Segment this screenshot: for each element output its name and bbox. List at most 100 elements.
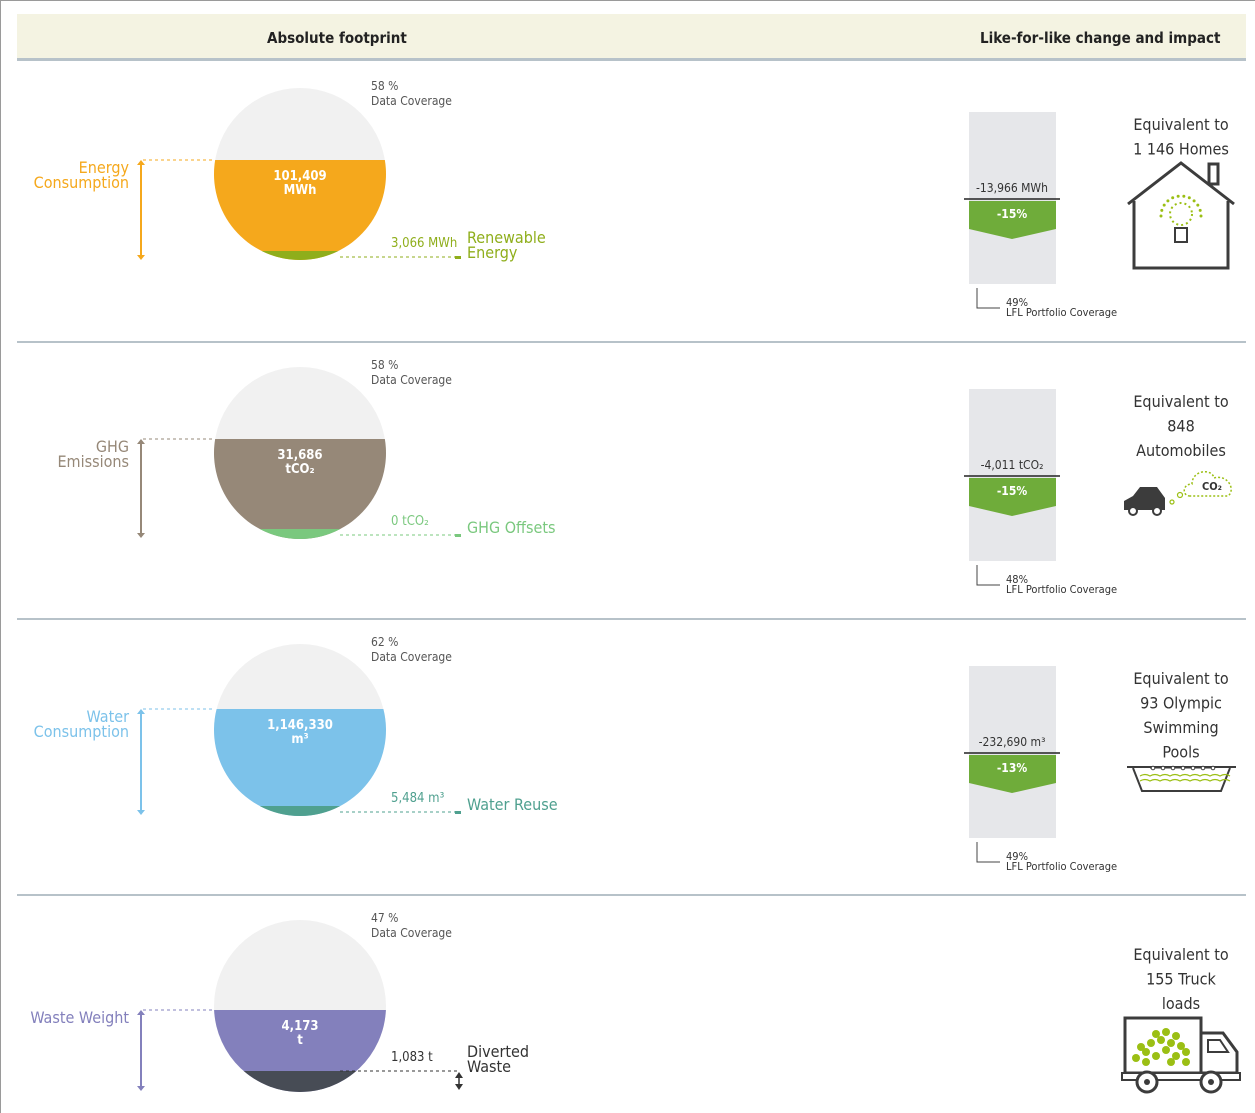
lfl-change-value: -232,690 m³ bbox=[979, 735, 1046, 749]
cargo-ball bbox=[1167, 1039, 1175, 1047]
metric-row-energy: 101,409MWh 58 %Data Coverage Energy Consump… bbox=[34, 79, 1229, 319]
bulb-ray bbox=[1160, 208, 1164, 212]
bulb-ray bbox=[1182, 194, 1186, 198]
cargo-ball bbox=[1182, 1058, 1190, 1066]
cargo-ball bbox=[1177, 1042, 1185, 1050]
arrow-head-down bbox=[137, 1086, 145, 1091]
lane-float bbox=[1180, 765, 1186, 771]
sub-value-label: 3,066 MWh bbox=[391, 236, 457, 251]
sub-value-label: 1,083 t bbox=[391, 1050, 433, 1065]
metric-row-waste: 4,173t 47 %Data Coverage Waste Weight 1,083… bbox=[30, 911, 1229, 1092]
lane-float bbox=[1150, 765, 1156, 771]
lfl-change-pct: -15% bbox=[997, 207, 1028, 221]
total-value-label: tCO₂ bbox=[285, 462, 314, 477]
bulb-ray bbox=[1162, 203, 1166, 207]
pool-basin bbox=[1127, 766, 1236, 792]
arrow-head-up bbox=[137, 709, 145, 714]
total-value-label: 1,146,330 bbox=[267, 718, 333, 733]
sub-metric-label: Water Reuse bbox=[467, 795, 558, 814]
house-walls bbox=[1132, 201, 1230, 270]
exhaust-puff bbox=[1169, 499, 1175, 505]
house-bulb-icon bbox=[1127, 161, 1235, 270]
house-chimney bbox=[1207, 162, 1220, 186]
car-co2-icon: CO₂ bbox=[1124, 471, 1232, 516]
sub-segment bbox=[261, 251, 339, 260]
truck-cargo bbox=[1123, 1016, 1203, 1075]
total-value-label: MWh bbox=[284, 183, 317, 198]
sub-segment bbox=[259, 806, 341, 816]
bulb-ray bbox=[1176, 194, 1180, 198]
truck-icon bbox=[1121, 1016, 1241, 1094]
water-wave bbox=[1139, 778, 1231, 782]
impact-label: 93 Olympic bbox=[1140, 694, 1222, 713]
bulb-base bbox=[1174, 227, 1188, 243]
cargo-ball bbox=[1162, 1046, 1170, 1054]
arrow-head-down bbox=[137, 533, 145, 538]
sub-metric-label: GHG Offsets bbox=[467, 518, 555, 537]
impact-label: Equivalent to bbox=[1133, 945, 1229, 964]
lfl-change-pct: -15% bbox=[997, 484, 1028, 498]
bulb-ray bbox=[1192, 199, 1196, 203]
lane-float bbox=[1210, 765, 1216, 771]
truck-window bbox=[1207, 1039, 1230, 1053]
lfl-background bbox=[969, 389, 1056, 561]
water-wave bbox=[1139, 773, 1231, 777]
cargo-ball bbox=[1162, 1028, 1170, 1036]
lfl-background bbox=[969, 112, 1056, 284]
metric-label: Emissions bbox=[57, 452, 129, 471]
bulb-ray bbox=[1196, 203, 1200, 207]
cargo-ball bbox=[1137, 1043, 1145, 1051]
bulb-ray bbox=[1166, 199, 1170, 203]
impact-label: Automobiles bbox=[1136, 441, 1226, 460]
data-coverage-label: Data Coverage bbox=[371, 650, 452, 664]
total-value-label: 31,686 bbox=[277, 448, 322, 463]
bulb-glass bbox=[1169, 202, 1193, 226]
lfl-coverage-label: LFL Portfolio Coverage bbox=[1006, 860, 1117, 873]
data-coverage-pct: 62 % bbox=[371, 635, 398, 649]
sub-marker bbox=[455, 811, 461, 814]
sub-metric-label: Energy bbox=[467, 243, 518, 262]
sub-segment bbox=[243, 1071, 357, 1092]
impact-label: Pools bbox=[1162, 743, 1199, 762]
impact-label: Equivalent to bbox=[1133, 392, 1229, 411]
lfl-change-value: -13,966 MWh bbox=[976, 181, 1048, 195]
truck-hub bbox=[1144, 1079, 1150, 1085]
cargo-ball bbox=[1167, 1058, 1175, 1066]
impact-label: Equivalent to bbox=[1133, 115, 1229, 134]
bulb-ray bbox=[1159, 214, 1163, 218]
car-wheel bbox=[1152, 506, 1162, 516]
cargo-ball bbox=[1152, 1030, 1160, 1038]
impact-label: Equivalent to bbox=[1133, 669, 1229, 688]
swimming-pool-icon bbox=[1127, 765, 1236, 792]
total-value-label: 4,173 bbox=[282, 1019, 319, 1034]
sub-marker bbox=[455, 534, 461, 537]
lfl-coverage-bracket bbox=[976, 565, 1000, 586]
bulb-ray bbox=[1171, 196, 1175, 200]
car-wheel bbox=[1128, 506, 1138, 516]
lane-float bbox=[1190, 765, 1196, 771]
lfl-coverage-label: LFL Portfolio Coverage bbox=[1006, 306, 1117, 319]
co2-label: CO₂ bbox=[1202, 480, 1222, 493]
impact-label: 848 bbox=[1167, 417, 1194, 436]
lane-float bbox=[1170, 765, 1176, 771]
lfl-coverage-label: LFL Portfolio Coverage bbox=[1006, 583, 1117, 596]
lfl-background bbox=[969, 666, 1056, 838]
metric-label: Consumption bbox=[34, 173, 129, 192]
data-coverage-pct: 58 % bbox=[371, 79, 398, 93]
truck-hub bbox=[1208, 1079, 1214, 1085]
data-coverage-pct: 47 % bbox=[371, 911, 398, 925]
arrow-head-down bbox=[137, 810, 145, 815]
arrow-head-up bbox=[455, 1072, 463, 1078]
arrow-head-down bbox=[137, 255, 145, 260]
impact-label: loads bbox=[1162, 994, 1200, 1013]
cargo-ball bbox=[1142, 1058, 1150, 1066]
impact-label: Swimming bbox=[1143, 718, 1218, 737]
bulb-ray bbox=[1187, 196, 1191, 200]
lane-float bbox=[1200, 765, 1206, 771]
arrow-head-down bbox=[455, 1084, 463, 1090]
total-value-label: m³ bbox=[291, 732, 308, 747]
metric-row-ghg: 31,686tCO₂58 %Data CoverageGHGEmissions0… bbox=[57, 358, 1228, 596]
total-value-label: 101,409 bbox=[273, 169, 326, 184]
lfl-coverage-bracket bbox=[976, 842, 1000, 863]
data-coverage-label: Data Coverage bbox=[371, 926, 452, 940]
